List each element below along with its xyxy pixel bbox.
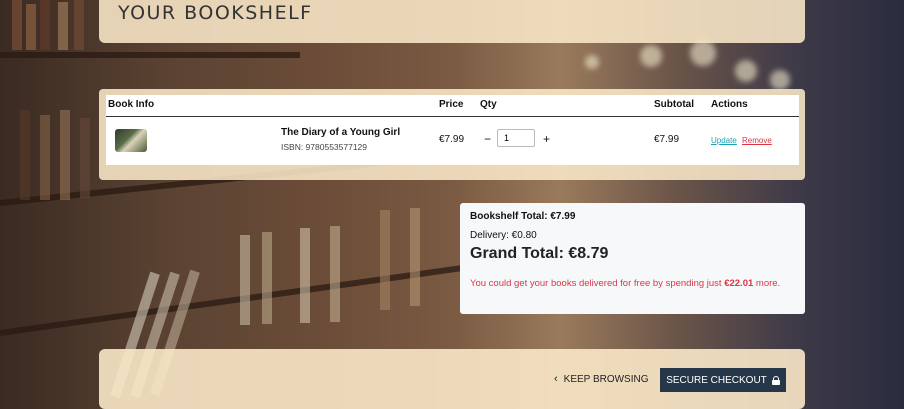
checkout-label: SECURE CHECKOUT xyxy=(666,374,767,386)
header-subtotal: Subtotal xyxy=(654,99,694,110)
notice-amount: €22.01 xyxy=(724,278,754,289)
item-subtotal: €7.99 xyxy=(654,134,680,145)
title-card: YOUR BOOKSHELF xyxy=(99,0,805,43)
keep-browsing-link[interactable]: ‹ KEEP BROWSING xyxy=(554,373,649,385)
grand-total: Grand Total: €8.79 xyxy=(470,245,609,262)
qty-increment-button[interactable]: + xyxy=(543,132,550,146)
chevron-left-icon: ‹ xyxy=(554,373,558,385)
book-cover-image xyxy=(115,129,147,152)
order-summary: Bookshelf Total: €7.99 Delivery: €0.80 G… xyxy=(460,203,805,314)
remove-link[interactable]: Remove xyxy=(742,136,772,145)
header-actions: Actions xyxy=(711,99,748,110)
bookshelf-background xyxy=(0,0,904,400)
header-price: Price xyxy=(439,99,464,110)
notice-prefix: You could get your books delivered for f… xyxy=(470,278,725,289)
lock-icon xyxy=(771,375,780,385)
qty-decrement-button[interactable]: − xyxy=(484,132,491,146)
update-link[interactable]: Update xyxy=(711,136,737,145)
keep-browsing-label: KEEP BROWSING xyxy=(563,374,649,385)
book-title: The Diary of a Young Girl xyxy=(281,127,401,138)
secure-checkout-button[interactable]: SECURE CHECKOUT xyxy=(660,368,786,392)
bookshelf-total: Bookshelf Total: €7.99 xyxy=(470,211,576,222)
page-title: YOUR BOOKSHELF xyxy=(118,2,313,24)
header-book-info: Book Info xyxy=(108,99,155,110)
footer-card: ‹ KEEP BROWSING SECURE CHECKOUT xyxy=(99,349,805,409)
book-isbn: ISBN: 9780553577129 xyxy=(281,142,368,152)
cart-row: The Diary of a Young Girl ISBN: 97805535… xyxy=(106,117,799,165)
item-price: €7.99 xyxy=(439,134,465,145)
cart-table: Book Info Price Qty Subtotal Actions The… xyxy=(106,95,799,165)
cart-card: Book Info Price Qty Subtotal Actions The… xyxy=(99,89,805,180)
notice-suffix: more. xyxy=(753,278,781,289)
qty-input[interactable] xyxy=(497,129,535,147)
header-qty: Qty xyxy=(480,99,497,110)
free-delivery-notice: You could get your books delivered for f… xyxy=(470,276,790,291)
delivery-cost: Delivery: €0.80 xyxy=(470,230,537,241)
cart-table-header: Book Info Price Qty Subtotal Actions xyxy=(106,95,799,117)
